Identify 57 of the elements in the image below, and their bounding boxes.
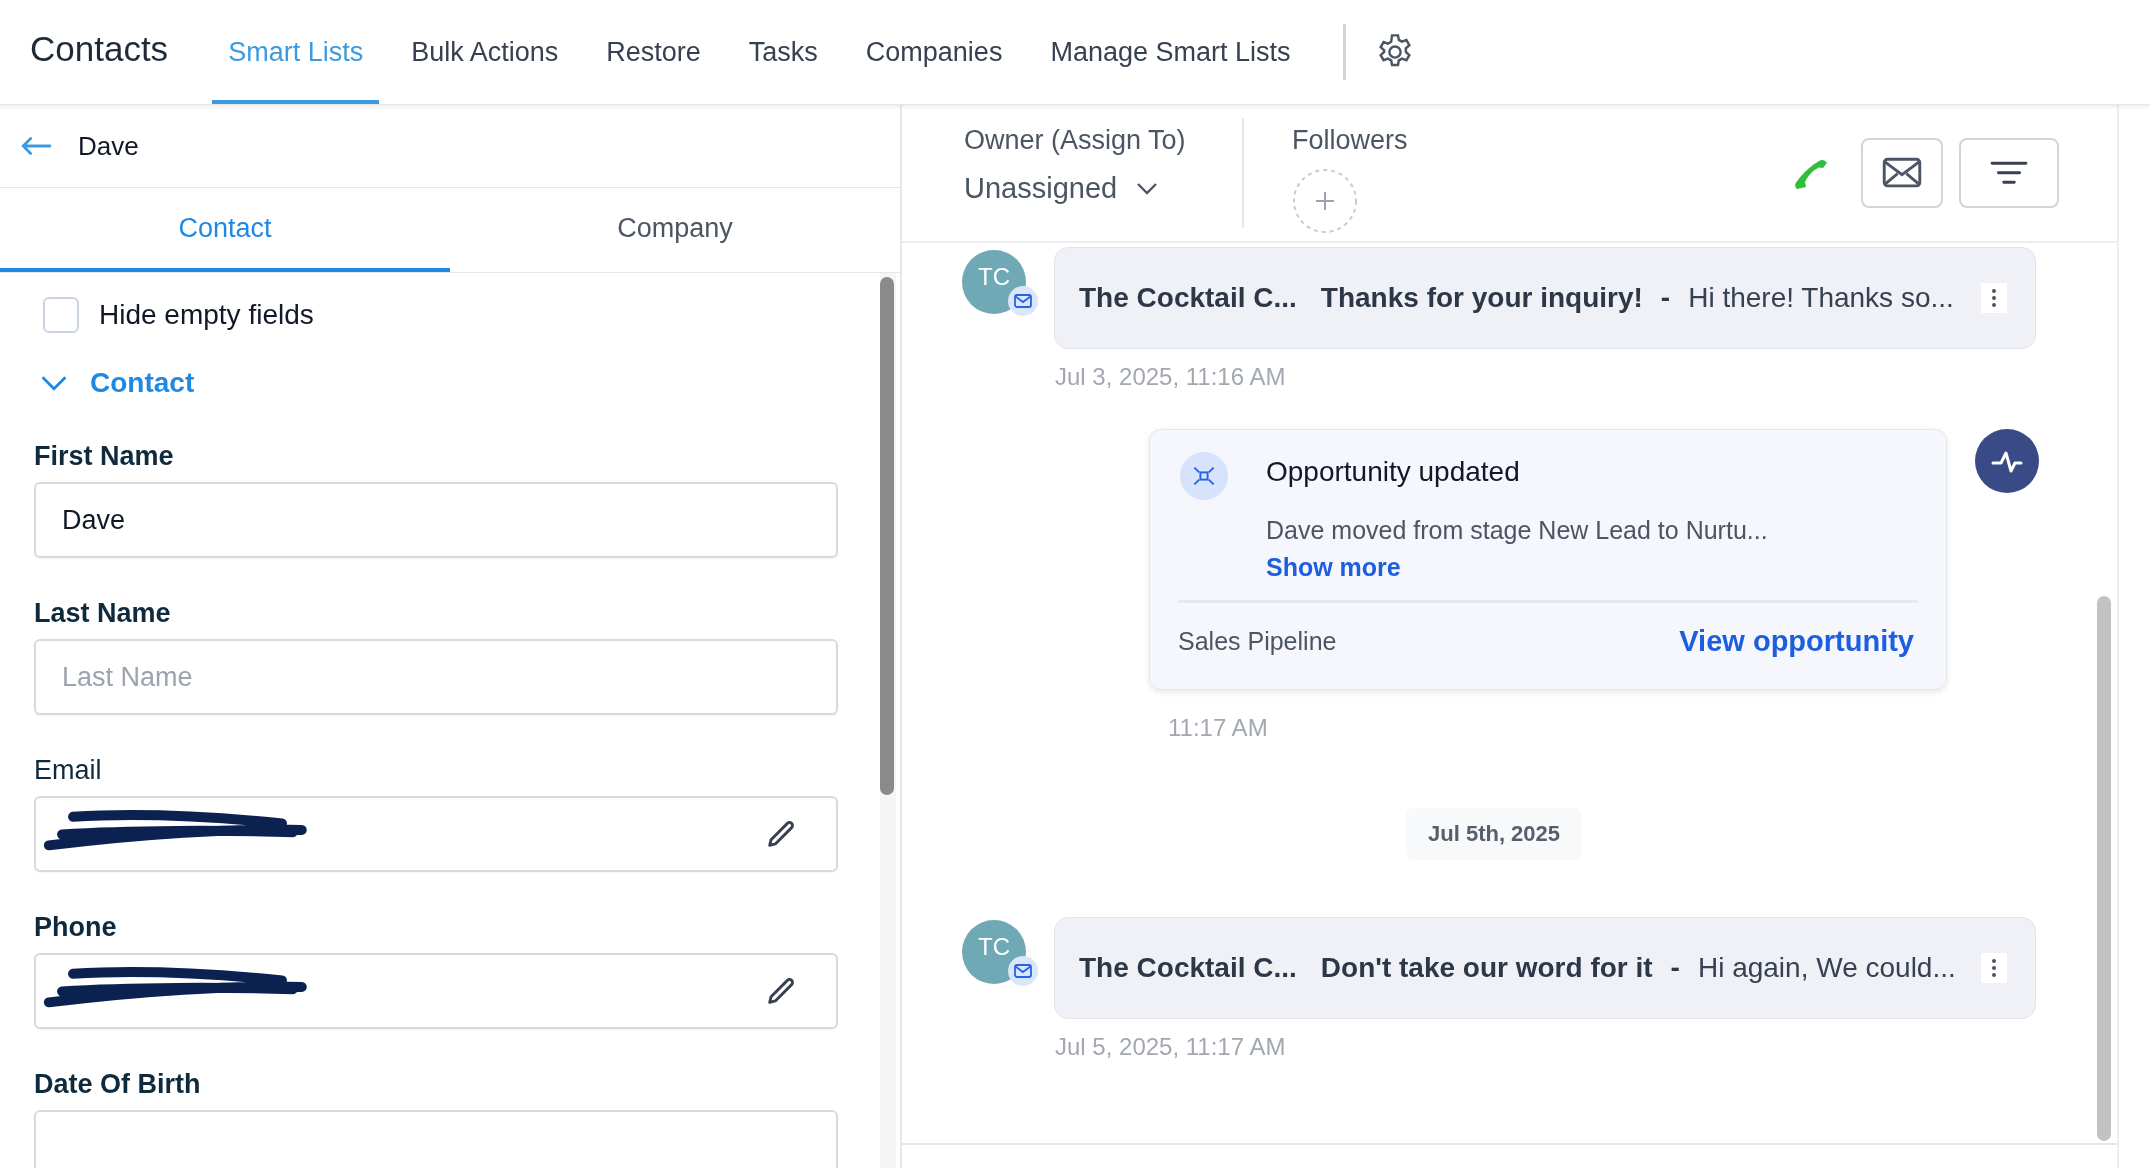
nav-tab[interactable]: Restore xyxy=(590,4,717,104)
email-message[interactable]: The Cocktail C... Thanks for your inquiry! - Hi there! Thanks so... xyxy=(1054,247,2036,349)
chevron-down-icon[interactable] xyxy=(1135,181,1160,196)
email-message[interactable]: The Cocktail C... Don't take our word for it - Hi again, We could... xyxy=(1054,917,2036,1019)
field-label: Last Name xyxy=(34,598,172,629)
separator-text: - xyxy=(1660,282,1671,314)
input-field[interactable] xyxy=(34,953,838,1029)
filter-icon[interactable] xyxy=(1990,160,2028,186)
email-subject: Don't take our word for it xyxy=(1320,952,1653,984)
timestamp: 11:17 AM xyxy=(1168,714,1269,742)
timestamp: Jul 5, 2025, 11:17 AM xyxy=(1055,1033,1287,1061)
show-more-link[interactable]: Show more xyxy=(1266,553,1768,582)
scrollbar-thumb[interactable] xyxy=(880,277,894,795)
more-icon[interactable] xyxy=(1981,953,2007,983)
email-subject: Thanks for your inquiry! xyxy=(1320,282,1643,314)
chevron-icon[interactable] xyxy=(40,375,68,391)
activity-icon xyxy=(1975,429,2039,493)
nav-tab[interactable]: Tasks xyxy=(732,4,834,104)
more-icon[interactable] xyxy=(1981,283,2007,313)
email-badge-icon xyxy=(1008,956,1038,986)
input-field[interactable] xyxy=(34,796,838,872)
input-field[interactable] xyxy=(34,1110,838,1168)
section-title[interactable]: Contact xyxy=(90,367,195,399)
nav-tab[interactable]: Bulk Actions xyxy=(395,4,575,104)
field-label: Phone xyxy=(34,912,118,943)
email-preview: Hi again, We could... xyxy=(1697,952,1956,984)
input-field[interactable]: Dave xyxy=(34,482,838,558)
scrollbar-thumb[interactable] xyxy=(2097,596,2111,1141)
owner-label: Owner (Assign To) xyxy=(964,125,1187,156)
field-label: First Name xyxy=(34,441,175,472)
field-label: Date Of Birth xyxy=(34,1069,202,1100)
followers-label: Followers xyxy=(1292,125,1408,156)
envelope-icon[interactable] xyxy=(1882,157,1922,189)
nav-tab[interactable]: Manage Smart Lists xyxy=(1034,4,1307,104)
nav-tab[interactable]: Companies xyxy=(849,4,1019,104)
email-button[interactable] xyxy=(1861,138,1943,208)
email-preview: Hi there! Thanks so... xyxy=(1688,282,1954,314)
field-label: Email xyxy=(34,755,103,786)
contact-name: Dave xyxy=(78,130,139,162)
checkbox[interactable] xyxy=(43,297,79,333)
pipeline-name: Sales Pipeline xyxy=(1178,626,1337,656)
email-sender: The Cocktail C... xyxy=(1079,952,1297,984)
email-badge-icon xyxy=(1008,286,1038,316)
card-title: Opportunity updated xyxy=(1266,456,1521,488)
page-title: Contacts xyxy=(29,29,169,69)
timestamp: Jul 3, 2025, 11:16 AM xyxy=(1055,363,1287,391)
panel-tab[interactable]: Contact xyxy=(0,188,450,272)
back-arrow-icon[interactable] xyxy=(20,135,52,157)
opportunity-icon xyxy=(1180,452,1228,500)
checkbox-label: Hide empty fields xyxy=(99,299,314,331)
card-description: Dave moved from stage New Lead to Nurtu... xyxy=(1266,516,1768,545)
panel-tab[interactable]: Company xyxy=(450,188,900,272)
separator-text: - xyxy=(1670,952,1680,984)
owner-dropdown[interactable]: Unassigned xyxy=(964,172,1160,205)
view-opportunity-link[interactable]: View opportunity xyxy=(1679,624,1914,658)
filter-button[interactable] xyxy=(1959,138,2059,208)
email-sender: The Cocktail C... xyxy=(1079,282,1297,314)
